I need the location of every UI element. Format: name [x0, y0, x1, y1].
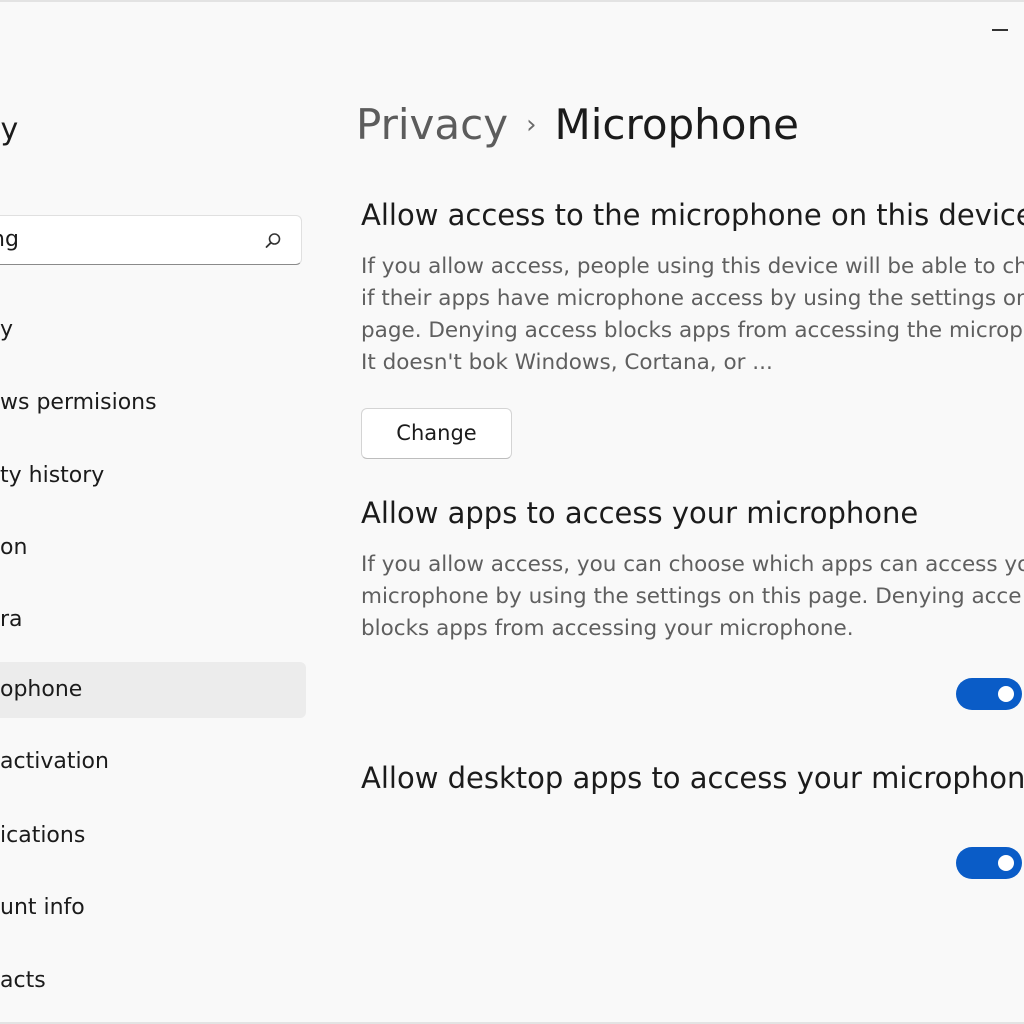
toggle-knob	[998, 686, 1014, 702]
change-button[interactable]: Change	[361, 408, 512, 459]
toggle-knob	[998, 855, 1014, 871]
section-title-apps-access: Allow apps to access your microphone	[361, 496, 919, 530]
section-title-device-access: Allow access to the microphone on this d…	[361, 198, 1024, 232]
description-line: page. Denying access blocks apps from ac…	[361, 318, 1023, 343]
sidebar-item-label: ophone	[0, 677, 83, 702]
sidebar-item-label: unt info	[0, 895, 85, 920]
sidebar-item-activity-history[interactable]: ty history	[0, 448, 306, 504]
search-box[interactable]: ng	[0, 215, 302, 265]
breadcrumb: Privacy › Microphone	[356, 100, 799, 164]
section-description-apps-access: If you allow access, you can choose whic…	[361, 549, 1024, 645]
sidebar-item-label: ra	[0, 607, 23, 632]
window-top-border	[0, 0, 1024, 2]
sidebar-item-notifications[interactable]: ications	[0, 808, 306, 864]
section-description-device-access: If you allow access, people using this d…	[361, 251, 1024, 379]
sidebar-item-microphone[interactable]: ophone	[0, 662, 306, 718]
sidebar-item-label: ty history	[0, 463, 105, 488]
breadcrumb-parent[interactable]: Privacy	[356, 100, 508, 149]
sidebar-title: ey	[0, 112, 19, 147]
apps-access-toggle[interactable]	[956, 678, 1022, 710]
description-line: microphone by using the settings on this…	[361, 584, 1022, 609]
minimize-button[interactable]	[986, 18, 1016, 40]
search-icon[interactable]	[263, 231, 283, 251]
settings-window: ey ng y ws permisions ty history on ra o…	[0, 0, 1024, 1024]
sidebar-item-label: ications	[0, 823, 86, 848]
chevron-right-icon: ›	[526, 109, 537, 140]
description-line: blocks apps from accessing your micropho…	[361, 616, 854, 641]
sidebar-item-label: ws permisions	[0, 390, 157, 415]
sidebar-item-account-info[interactable]: unt info	[0, 880, 306, 936]
sidebar-item-label: activation	[0, 749, 109, 774]
sidebar-item-windows-permissions[interactable]: ws permisions	[0, 375, 306, 431]
description-line: If you allow access, people using this d…	[361, 254, 1024, 279]
description-line: if their apps have microphone access by …	[361, 286, 1024, 311]
sidebar-item-privacy[interactable]: y	[0, 302, 306, 358]
section-title-desktop-apps-access: Allow desktop apps to access your microp…	[361, 761, 1024, 795]
sidebar-item-camera[interactable]: ra	[0, 592, 306, 648]
description-line: It doesn't bok Windows, Cortana, or ...	[361, 350, 773, 375]
sidebar-item-label: on	[0, 535, 28, 560]
sidebar-item-label: acts	[0, 968, 46, 993]
sidebar-item-location[interactable]: on	[0, 520, 306, 576]
description-line: If you allow access, you can choose whic…	[361, 552, 1024, 577]
sidebar-item-contacts[interactable]: acts	[0, 953, 306, 1009]
page-title: Microphone	[554, 100, 799, 149]
desktop-apps-access-toggle[interactable]	[956, 847, 1022, 879]
search-input[interactable]: ng	[0, 216, 241, 264]
sidebar-item-label: y	[0, 317, 14, 342]
sidebar-item-voice-activation[interactable]: activation	[0, 734, 306, 790]
